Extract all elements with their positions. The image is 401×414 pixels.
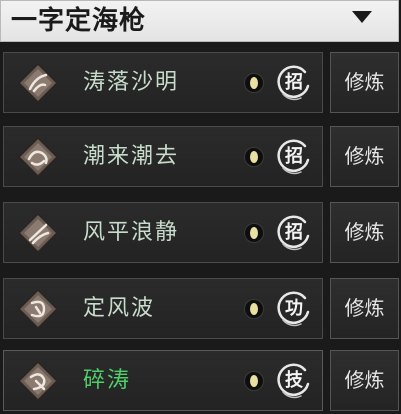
- skill-point-dot-icon: [244, 73, 264, 93]
- skill-name: 涛落沙明: [83, 70, 180, 95]
- train-button-label: 修炼: [344, 70, 385, 94]
- train-button-label: 修炼: [344, 144, 385, 168]
- skill-diamond-icon: [18, 213, 58, 253]
- skill-diamond-icon: [18, 137, 58, 177]
- skill-name: 碎涛: [83, 368, 132, 393]
- skill-type-label: 招: [285, 72, 303, 93]
- train-button-label: 修炼: [344, 220, 385, 244]
- skill-row: 定风波 功 修炼: [0, 278, 401, 341]
- skill-type-badge: 招: [275, 214, 313, 252]
- skill-type-label: 招: [285, 146, 303, 167]
- skill-type-label: 技: [285, 370, 303, 391]
- weapon-dropdown[interactable]: 一字定海枪: [0, 0, 399, 42]
- train-button[interactable]: 修炼: [330, 278, 399, 339]
- skill-card[interactable]: 涛落沙明 招: [3, 52, 323, 113]
- train-button[interactable]: 修炼: [330, 350, 399, 411]
- train-button-label: 修炼: [344, 296, 385, 320]
- triangle-down-icon[interactable]: [352, 11, 372, 23]
- skill-diamond-icon: [18, 63, 58, 103]
- skill-type-badge: 功: [275, 290, 313, 328]
- skill-type-label: 招: [285, 222, 303, 243]
- skill-type-badge: 技: [275, 362, 313, 400]
- skill-card[interactable]: 潮来潮去 招: [3, 126, 323, 187]
- skill-card[interactable]: 定风波 功: [3, 278, 323, 339]
- skill-card[interactable]: 碎涛 技: [3, 350, 323, 411]
- train-button-label: 修炼: [344, 368, 385, 392]
- skill-diamond-icon: [18, 289, 58, 329]
- skill-type-label: 功: [285, 298, 303, 319]
- skill-panel: 一字定海枪 涛落沙明 招 修炼 潮来潮去 招 修炼 风平浪静 招 修炼 定风波 …: [0, 0, 401, 414]
- skill-point-dot-icon: [244, 147, 264, 167]
- train-button[interactable]: 修炼: [330, 52, 399, 113]
- skill-name: 定风波: [83, 296, 156, 321]
- skill-type-badge: 招: [275, 64, 313, 102]
- train-button[interactable]: 修炼: [330, 202, 399, 263]
- skill-type-badge: 招: [275, 138, 313, 176]
- skill-row: 涛落沙明 招 修炼: [0, 52, 401, 115]
- weapon-title: 一字定海枪: [11, 6, 147, 36]
- skill-row: 潮来潮去 招 修炼: [0, 126, 401, 189]
- skill-row: 碎涛 技 修炼: [0, 350, 401, 413]
- skill-name: 风平浪静: [83, 220, 180, 245]
- skill-row: 风平浪静 招 修炼: [0, 202, 401, 265]
- skill-point-dot-icon: [244, 299, 264, 319]
- skill-name: 潮来潮去: [83, 144, 180, 169]
- skill-card[interactable]: 风平浪静 招: [3, 202, 323, 263]
- skill-point-dot-icon: [244, 223, 264, 243]
- train-button[interactable]: 修炼: [330, 126, 399, 187]
- skill-diamond-icon: [18, 361, 58, 401]
- skill-point-dot-icon: [244, 371, 264, 391]
